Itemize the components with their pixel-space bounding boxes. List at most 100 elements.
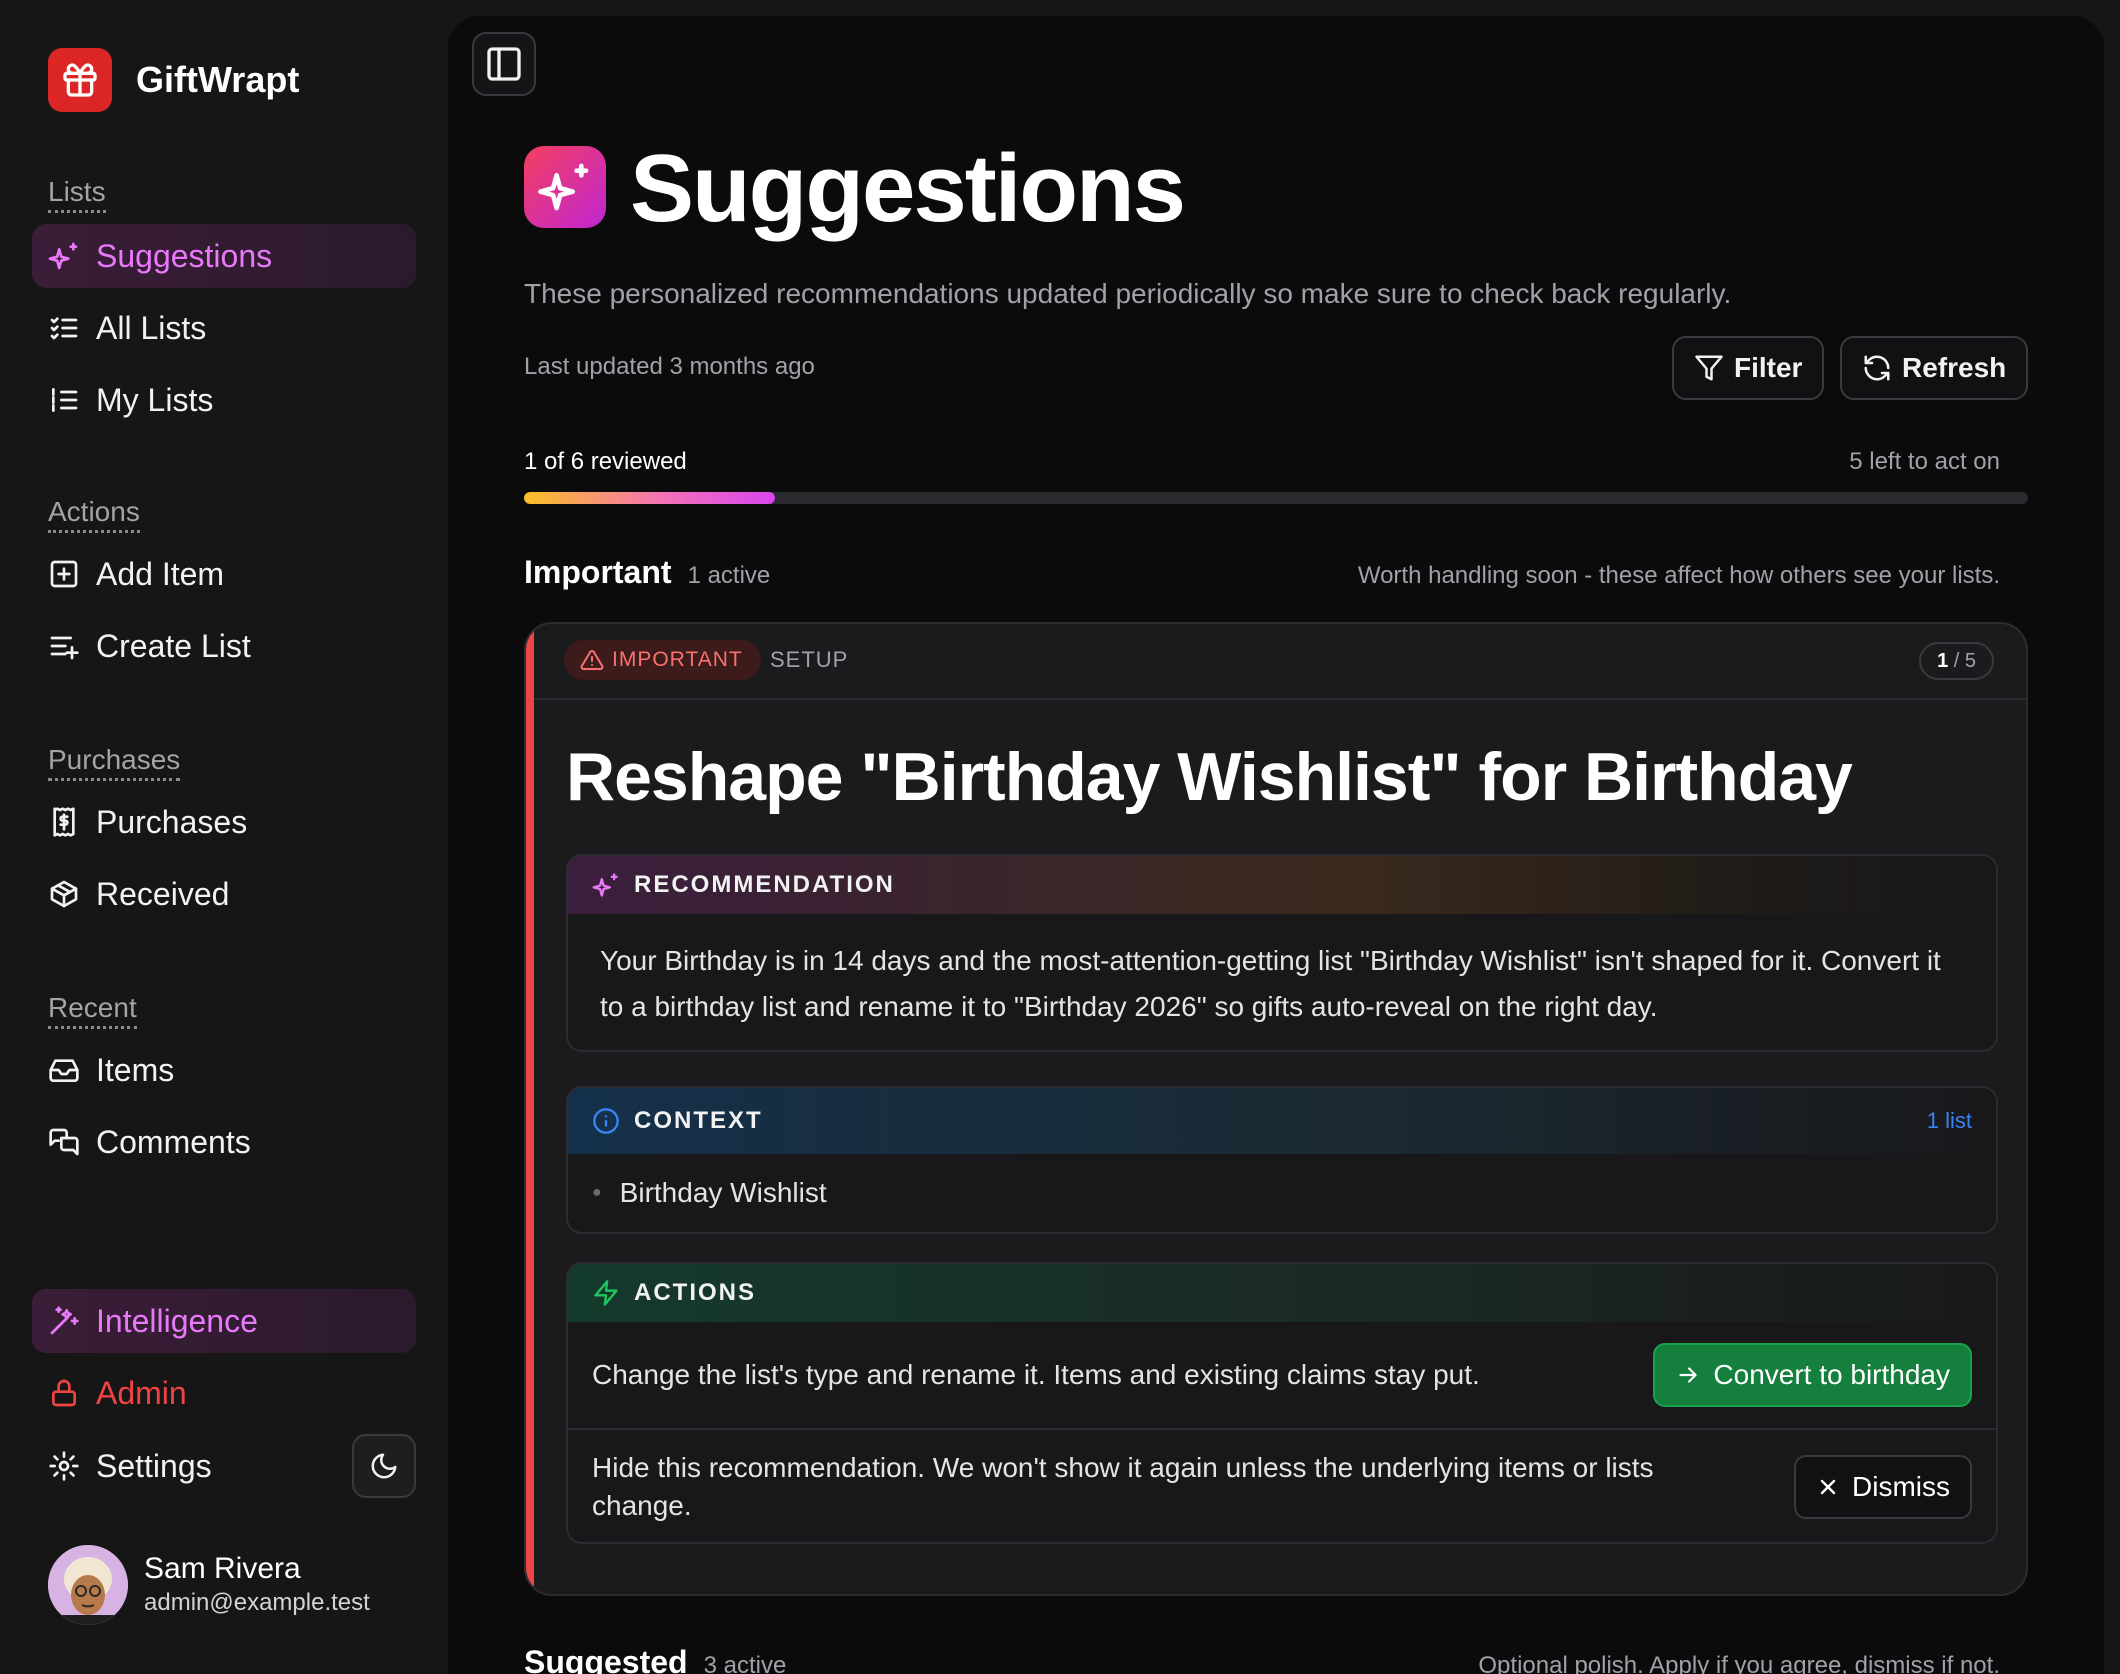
sparkles-icon bbox=[48, 242, 78, 270]
convert-to-birthday-button[interactable]: Convert to birthday bbox=[1653, 1343, 1972, 1407]
app-name: GiftWrapt bbox=[136, 59, 300, 100]
refresh-icon bbox=[1864, 355, 1890, 381]
progress-label: 1 of 6 reviewed bbox=[524, 448, 687, 475]
counter-total: / 5 bbox=[1953, 650, 1976, 672]
group-title: Suggested bbox=[524, 1644, 688, 1674]
suggestion-card: IMPORTANT SETUP 1 / 5 Reshape "Birthday … bbox=[524, 622, 2028, 1596]
sidebar-item-comments[interactable]: Comments bbox=[32, 1110, 416, 1174]
sidebar-item-label: My Lists bbox=[96, 381, 214, 418]
section-label-actions: Actions bbox=[48, 496, 140, 533]
sidebar-item-items[interactable]: Items bbox=[32, 1038, 416, 1102]
refresh-button[interactable]: Refresh bbox=[1840, 336, 2029, 400]
card-accent-bar bbox=[526, 624, 534, 1594]
sidebar-item-suggestions[interactable]: Suggestions bbox=[32, 224, 416, 288]
arrow-right-icon bbox=[1679, 1367, 1698, 1383]
card-header: IMPORTANT SETUP 1 / 5 bbox=[534, 624, 2026, 700]
page-subtitle: These personalized recommendations updat… bbox=[524, 278, 1732, 309]
sidebar-item-my-lists[interactable]: My Lists bbox=[32, 368, 416, 432]
info-icon bbox=[593, 1108, 619, 1134]
card-position-counter: 1 / 5 bbox=[1919, 642, 1994, 680]
recommendation-panel: RECOMMENDATION Your Birthday is in 14 da… bbox=[566, 854, 1998, 1052]
sidebar-item-label: Suggestions bbox=[96, 237, 273, 274]
sidebar-item-label: Settings bbox=[96, 1447, 212, 1484]
zap-icon bbox=[594, 1280, 618, 1306]
moon-icon bbox=[371, 1453, 397, 1479]
panel-left-icon bbox=[487, 47, 521, 81]
filter-button[interactable]: Filter bbox=[1672, 336, 1825, 400]
group-note: Worth handling soon - these affect how o… bbox=[1357, 562, 2000, 589]
action-row-dismiss: Hide this recommendation. We won't show … bbox=[568, 1428, 1996, 1542]
sidebar-item-all-lists[interactable]: All Lists bbox=[32, 296, 416, 360]
dismiss-button-label: Dismiss bbox=[1852, 1471, 1950, 1502]
counter-current: 1 bbox=[1937, 650, 1949, 672]
group-title: Important bbox=[524, 554, 672, 590]
wand-icon bbox=[50, 1306, 79, 1335]
inbox-icon bbox=[49, 1059, 79, 1082]
sparkles-icon bbox=[524, 146, 606, 228]
list-checks-icon bbox=[50, 317, 78, 340]
bullet-icon: ● bbox=[592, 1184, 602, 1201]
filter-button-label: Filter bbox=[1734, 352, 1803, 383]
sidebar-item-label: Admin bbox=[96, 1374, 187, 1411]
panel-heading: RECOMMENDATION bbox=[634, 871, 895, 898]
dismiss-button[interactable]: Dismiss bbox=[1794, 1455, 1972, 1519]
context-panel: CONTEXT 1 list ● Birthday Wishlist bbox=[566, 1086, 1998, 1234]
section-label-lists: Lists bbox=[48, 176, 106, 213]
brand[interactable]: GiftWrapt bbox=[48, 48, 299, 112]
convert-button-label: Convert to birthday bbox=[1713, 1359, 1950, 1390]
sidebar-item-received[interactable]: Received bbox=[32, 862, 416, 926]
list-plus-icon bbox=[50, 636, 79, 660]
sidebar-toggle-button[interactable] bbox=[472, 32, 536, 96]
gear-icon bbox=[49, 1451, 79, 1481]
list-ordered-icon bbox=[52, 388, 78, 412]
messages-icon bbox=[49, 1128, 79, 1156]
square-plus-icon bbox=[50, 560, 78, 588]
avatar bbox=[48, 1545, 128, 1625]
sidebar-item-label: Comments bbox=[96, 1123, 251, 1160]
user-name: Sam Rivera bbox=[144, 1552, 301, 1585]
user-email: admin@example.test bbox=[144, 1589, 370, 1616]
gift-icon bbox=[48, 48, 112, 112]
panel-heading: CONTEXT bbox=[634, 1107, 763, 1134]
group-count: 3 active bbox=[703, 1652, 787, 1674]
group-count: 1 active bbox=[687, 562, 771, 589]
theme-toggle-button[interactable] bbox=[352, 1434, 416, 1498]
sidebar-item-purchases[interactable]: Purchases bbox=[32, 790, 416, 854]
list-item[interactable]: ● Birthday Wishlist bbox=[568, 1154, 1996, 1232]
context-item-label: Birthday Wishlist bbox=[619, 1177, 827, 1208]
main-content: Suggestions These personalized recommend… bbox=[448, 16, 2104, 1674]
group-header-suggested: Suggested 3 active bbox=[524, 1644, 786, 1674]
close-icon bbox=[1820, 1479, 1836, 1495]
sidebar-item-label: Add Item bbox=[96, 555, 225, 592]
sidebar-item-add-item[interactable]: Add Item bbox=[32, 542, 416, 606]
important-badge: IMPORTANT bbox=[564, 640, 761, 680]
sidebar-item-label: Received bbox=[96, 875, 230, 912]
user-profile[interactable]: Sam Rivera admin@example.test bbox=[48, 1545, 370, 1625]
progress-bar bbox=[524, 492, 2028, 504]
actions-panel: ACTIONS Change the list's type and renam… bbox=[566, 1262, 1998, 1544]
progress-remaining: 5 left to act on bbox=[1849, 448, 2000, 475]
progress-fill bbox=[524, 492, 775, 504]
sidebar-item-admin[interactable]: Admin bbox=[32, 1361, 416, 1425]
sidebar-item-create-list[interactable]: Create List bbox=[32, 614, 416, 678]
sidebar-item-label: Intelligence bbox=[96, 1302, 258, 1339]
action-description: Change the list's type and rename it. It… bbox=[592, 1359, 1480, 1390]
sidebar-item-label: All Lists bbox=[96, 309, 207, 346]
action-row-convert: Change the list's type and rename it. It… bbox=[568, 1322, 1996, 1428]
page-title: Suggestions bbox=[630, 135, 1186, 242]
receipt-icon bbox=[53, 807, 75, 837]
package-icon bbox=[50, 880, 78, 908]
group-note: Optional polish. Apply if you agree, dis… bbox=[1478, 1652, 2000, 1674]
panel-header: CONTEXT 1 list bbox=[568, 1088, 1996, 1154]
sidebar-item-intelligence[interactable]: Intelligence bbox=[32, 1289, 416, 1353]
panel-header: RECOMMENDATION bbox=[568, 856, 1996, 914]
lock-icon bbox=[52, 1379, 76, 1407]
sparkles-icon bbox=[592, 873, 618, 897]
sidebar-item-settings[interactable]: Settings bbox=[32, 1434, 332, 1498]
category-tag: SETUP bbox=[770, 647, 849, 672]
section-label-purchases: Purchases bbox=[48, 744, 181, 781]
context-count: 1 list bbox=[1926, 1108, 1972, 1133]
sidebar-item-label: Purchases bbox=[96, 803, 248, 840]
refresh-button-label: Refresh bbox=[1902, 352, 2007, 383]
filter-icon bbox=[1695, 355, 1723, 381]
